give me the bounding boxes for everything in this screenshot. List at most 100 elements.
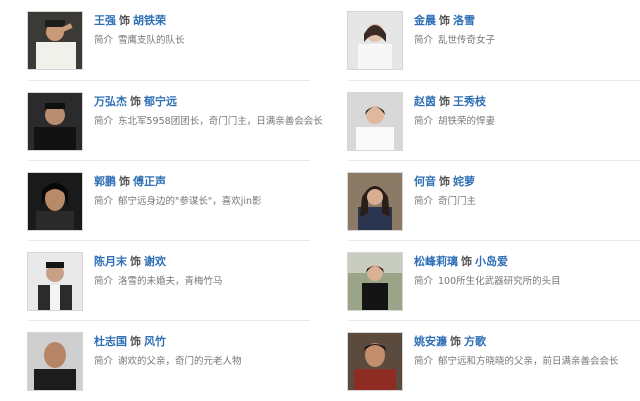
cast-name-line: 杜志国饰风竹 xyxy=(94,335,166,349)
actor-photo[interactable] xyxy=(348,333,402,390)
actor-name-link[interactable]: 王强 xyxy=(94,14,116,27)
actor-name-link[interactable]: 陈月末 xyxy=(94,255,127,268)
row-divider xyxy=(348,80,640,81)
intro-text: 胡铁荣的悍妻 xyxy=(438,116,496,127)
row-divider xyxy=(28,160,310,161)
cast-card: 王强饰胡铁荣 简介 雪鹰支队的队长 xyxy=(28,12,318,78)
actor-photo[interactable] xyxy=(28,253,82,310)
role-name-link[interactable]: 郁宁远 xyxy=(144,95,177,108)
plays-label: 饰 xyxy=(130,255,141,268)
role-name-link[interactable]: 小岛爱 xyxy=(475,255,508,268)
cast-intro: 简介 乱世传奇女子 xyxy=(414,34,495,47)
row-divider xyxy=(28,240,310,241)
role-name-link[interactable]: 姹萝 xyxy=(453,175,475,188)
intro-label: 简介 xyxy=(414,356,434,367)
plays-label: 饰 xyxy=(461,255,472,268)
role-name-link[interactable]: 风竹 xyxy=(144,335,166,348)
actor-photo[interactable] xyxy=(28,333,82,390)
row-divider xyxy=(348,320,640,321)
role-name-link[interactable]: 洛雪 xyxy=(453,14,475,27)
cast-name-line: 万弘杰饰郁宁远 xyxy=(94,95,177,109)
role-name-link[interactable]: 谢欢 xyxy=(144,255,166,268)
cast-card: 郭鹏饰傅正声 简介 郁宁远身边的"参谋长"，喜欢jin影 xyxy=(28,173,318,239)
man-red-shirt-icon xyxy=(348,333,402,390)
cast-intro: 简介 雪鹰支队的队长 xyxy=(94,34,185,47)
intro-text: 洛雪的未婚夫，青梅竹马 xyxy=(118,276,223,287)
plays-label: 饰 xyxy=(130,95,141,108)
actor-name-link[interactable]: 姚安濂 xyxy=(414,335,447,348)
cast-intro: 简介 郁宁远身边的"参谋长"，喜欢jin影 xyxy=(94,195,262,208)
cast-name-line: 赵茵饰王秀枝 xyxy=(414,95,486,109)
intro-label: 简介 xyxy=(94,356,114,367)
cast-intro: 简介 东北军5958团团长，奇门门主，日满亲善会会长 xyxy=(94,115,323,128)
intro-text: 雪鹰支队的队长 xyxy=(118,35,185,46)
cast-name-line: 陈月末饰谢欢 xyxy=(94,255,166,269)
intro-text: 100所生化武器研究所的头目 xyxy=(438,276,561,287)
plays-label: 饰 xyxy=(439,95,450,108)
intro-text: 郁宁远和方晓晓的父亲，前日满亲善会会长 xyxy=(438,356,619,367)
actor-photo[interactable] xyxy=(348,12,402,69)
cast-intro: 简介 胡铁荣的悍妻 xyxy=(414,115,495,128)
actor-photo[interactable] xyxy=(28,12,82,69)
cast-name-line: 王强饰胡铁荣 xyxy=(94,14,166,28)
intro-text: 乱世传奇女子 xyxy=(438,35,496,46)
row-divider xyxy=(28,80,310,81)
cast-list: 王强饰胡铁荣 简介 雪鹰支队的队长 万弘杰饰郁宁远 简介 东北军5958团团长，奇门… xyxy=(0,0,640,401)
cast-name-line: 何音饰姹萝 xyxy=(414,175,475,189)
young-man-vest-icon xyxy=(28,253,82,310)
actor-photo[interactable] xyxy=(348,93,402,150)
actor-photo[interactable] xyxy=(28,93,82,150)
actor-photo[interactable] xyxy=(28,173,82,230)
intro-text: 东北军5958团团长，奇门门主，日满亲善会会长 xyxy=(118,116,323,127)
intro-label: 简介 xyxy=(414,35,434,46)
woman-black-dress-outdoor-icon xyxy=(348,253,402,310)
cast-card: 何音饰姹萝 简介 奇门门主 xyxy=(348,173,638,239)
row-divider xyxy=(348,240,640,241)
role-name-link[interactable]: 王秀枝 xyxy=(453,95,486,108)
cast-card: 陈月末饰谢欢 简介 洛雪的未婚夫，青梅竹马 xyxy=(28,253,318,319)
man-navy-uniform-saluting-icon xyxy=(28,12,82,69)
actor-photo[interactable] xyxy=(348,253,402,310)
row-divider xyxy=(28,320,310,321)
actor-name-link[interactable]: 郭鹏 xyxy=(94,175,116,188)
cast-name-line: 松峰莉璃饰小岛爱 xyxy=(414,255,508,269)
intro-label: 简介 xyxy=(414,276,434,287)
woman-white-blouse-icon xyxy=(348,93,402,150)
plays-label: 饰 xyxy=(450,335,461,348)
plays-label: 饰 xyxy=(119,175,130,188)
cast-card: 赵茵饰王秀枝 简介 胡铁荣的悍妻 xyxy=(348,93,638,159)
intro-label: 简介 xyxy=(414,196,434,207)
cast-card: 金晨饰洛雪 简介 乱世传奇女子 xyxy=(348,12,638,78)
role-name-link[interactable]: 傅正声 xyxy=(133,175,166,188)
bald-man-portrait-icon xyxy=(28,333,82,390)
role-name-link[interactable]: 方歌 xyxy=(464,335,486,348)
role-name-link[interactable]: 胡铁荣 xyxy=(133,14,166,27)
actor-name-link[interactable]: 松峰莉璃 xyxy=(414,255,458,268)
actor-name-link[interactable]: 金晨 xyxy=(414,14,436,27)
intro-text: 奇门门主 xyxy=(438,196,477,207)
cast-card: 姚安濂饰方歌 简介 郁宁远和方晓晓的父亲，前日满亲善会会长 xyxy=(348,333,638,399)
actor-name-link[interactable]: 杜志国 xyxy=(94,335,127,348)
cast-card: 万弘杰饰郁宁远 简介 东北军5958团团长，奇门门主，日满亲善会会长 xyxy=(28,93,323,159)
actor-name-link[interactable]: 万弘杰 xyxy=(94,95,127,108)
actor-name-link[interactable]: 何音 xyxy=(414,175,436,188)
cast-name-line: 金晨饰洛雪 xyxy=(414,14,475,28)
actor-photo[interactable] xyxy=(348,173,402,230)
intro-label: 简介 xyxy=(94,35,114,46)
cast-intro: 简介 郁宁远和方晓晓的父亲，前日满亲善会会长 xyxy=(414,355,619,368)
cast-name-line: 郭鹏饰傅正声 xyxy=(94,175,166,189)
intro-text: 郁宁远身边的"参谋长"，喜欢jin影 xyxy=(118,196,262,207)
intro-label: 简介 xyxy=(94,116,114,127)
intro-label: 简介 xyxy=(94,276,114,287)
cast-card: 松峰莉璃饰小岛爱 简介 100所生化武器研究所的头目 xyxy=(348,253,638,319)
intro-label: 简介 xyxy=(94,196,114,207)
woman-long-hair-icon xyxy=(348,173,402,230)
cast-name-line: 姚安濂饰方歌 xyxy=(414,335,486,349)
plays-label: 饰 xyxy=(439,14,450,27)
intro-label: 简介 xyxy=(414,116,434,127)
intro-text: 谢欢的父亲，奇门的元老人物 xyxy=(118,356,242,367)
cast-intro: 简介 100所生化武器研究所的头目 xyxy=(414,275,561,288)
plays-label: 饰 xyxy=(439,175,450,188)
cast-intro: 简介 奇门门主 xyxy=(414,195,476,208)
actor-name-link[interactable]: 赵茵 xyxy=(414,95,436,108)
